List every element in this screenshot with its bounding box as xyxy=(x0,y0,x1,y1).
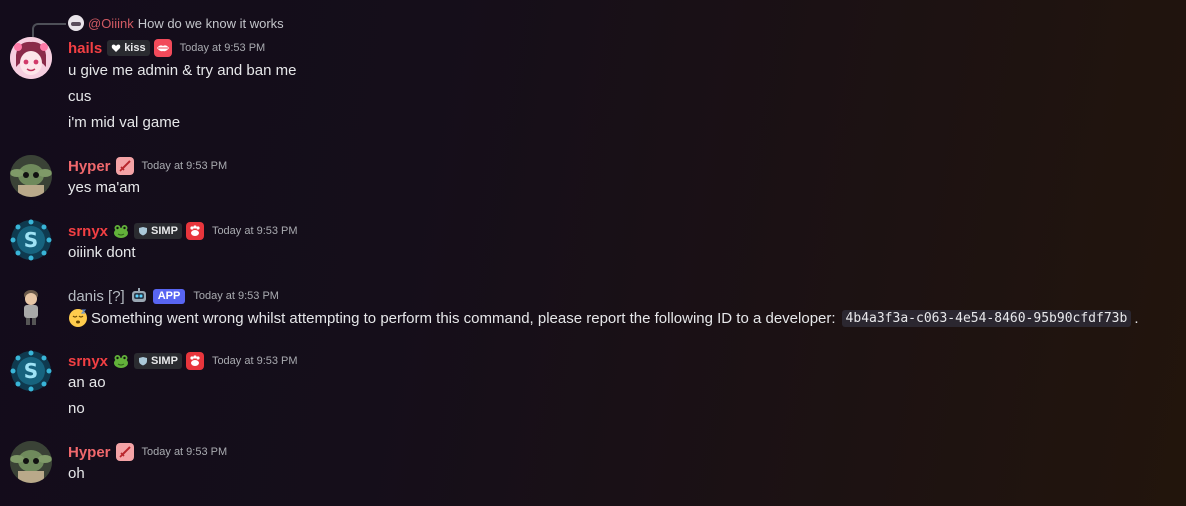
reply-mention[interactable]: @Oiiink xyxy=(88,16,134,31)
frog-icon xyxy=(113,224,129,238)
reply-connector xyxy=(32,23,66,37)
server-tag-label: SIMP xyxy=(151,225,178,237)
shield-icon xyxy=(139,357,148,366)
message-header: hails kiss Today at 9:53 PM xyxy=(68,39,265,57)
server-tag[interactable]: SIMP xyxy=(134,223,182,239)
avatar-hails[interactable] xyxy=(10,37,52,79)
lips-role-icon[interactable] xyxy=(153,39,172,57)
timestamp[interactable]: Today at 9:53 PM xyxy=(212,355,298,367)
avatar-srnyx[interactable]: S xyxy=(10,350,52,392)
svg-text:S: S xyxy=(24,359,38,383)
message-line: oiiink dont xyxy=(68,244,136,261)
message-line: yes ma'am xyxy=(68,179,141,196)
message-line: an ao xyxy=(68,374,106,391)
message-line: no xyxy=(68,400,85,417)
error-text: Something went wrong whilst attempting t… xyxy=(91,309,836,327)
message-header: danis [?] APP Today at 9:53 PM xyxy=(68,287,279,305)
avatar-hyper[interactable] xyxy=(10,441,52,483)
frog-icon xyxy=(113,354,129,368)
username-danis[interactable]: danis [?] xyxy=(68,288,125,305)
avatar-hyper[interactable] xyxy=(10,155,52,197)
username-hails[interactable]: hails xyxy=(68,40,102,57)
paw-role-icon[interactable] xyxy=(185,222,204,240)
reply-reference[interactable]: @Oiiink How do we know it works xyxy=(68,15,284,31)
timestamp[interactable]: Today at 9:53 PM xyxy=(180,42,266,54)
message-line: oh xyxy=(68,465,85,482)
message-line: u give me admin & try and ban me xyxy=(68,62,297,79)
paw-role-icon[interactable] xyxy=(185,352,204,370)
username-srnyx[interactable]: srnyx xyxy=(68,353,108,370)
error-id-code[interactable]: 4b4a3f3a-c063-4e54-8460-95b90cfdf73b xyxy=(841,309,1132,327)
username-srnyx[interactable]: srnyx xyxy=(68,223,108,240)
server-tag-label: SIMP xyxy=(151,355,178,367)
avatar-danis[interactable] xyxy=(10,285,52,327)
timestamp[interactable]: Today at 9:53 PM xyxy=(193,290,279,302)
message-line: cus xyxy=(68,88,92,105)
svg-text:S: S xyxy=(24,228,38,252)
robot-icon xyxy=(130,288,148,304)
username-hyper[interactable]: Hyper xyxy=(68,158,111,175)
timestamp[interactable]: Today at 9:53 PM xyxy=(212,225,298,237)
server-tag[interactable]: kiss xyxy=(107,40,150,56)
sleepy-face-icon xyxy=(68,308,88,328)
sword-role-icon[interactable] xyxy=(115,157,134,175)
message-header: srnyx SIMP Today at 9:53 PM xyxy=(68,352,298,370)
app-badge: APP xyxy=(152,288,186,304)
server-tag-label: kiss xyxy=(124,42,146,54)
timestamp[interactable]: Today at 9:53 PM xyxy=(142,446,228,458)
reply-text: How do we know it works xyxy=(137,15,284,31)
error-message: Something went wrong whilst attempting t… xyxy=(68,308,1138,328)
shield-icon xyxy=(139,227,148,236)
avatar-srnyx[interactable]: S xyxy=(10,219,52,261)
server-tag[interactable]: SIMP xyxy=(134,353,182,369)
message-header: Hyper Today at 9:53 PM xyxy=(68,157,227,175)
error-suffix: . xyxy=(1134,309,1139,327)
sword-role-icon[interactable] xyxy=(115,443,134,461)
message-line: i'm mid val game xyxy=(68,114,181,131)
timestamp[interactable]: Today at 9:53 PM xyxy=(142,160,228,172)
message-header: srnyx SIMP Today at 9:53 PM xyxy=(68,222,298,240)
reply-avatar xyxy=(68,15,84,31)
message-header: Hyper Today at 9:53 PM xyxy=(68,443,227,461)
username-hyper[interactable]: Hyper xyxy=(68,444,111,461)
heart-icon xyxy=(111,44,121,52)
